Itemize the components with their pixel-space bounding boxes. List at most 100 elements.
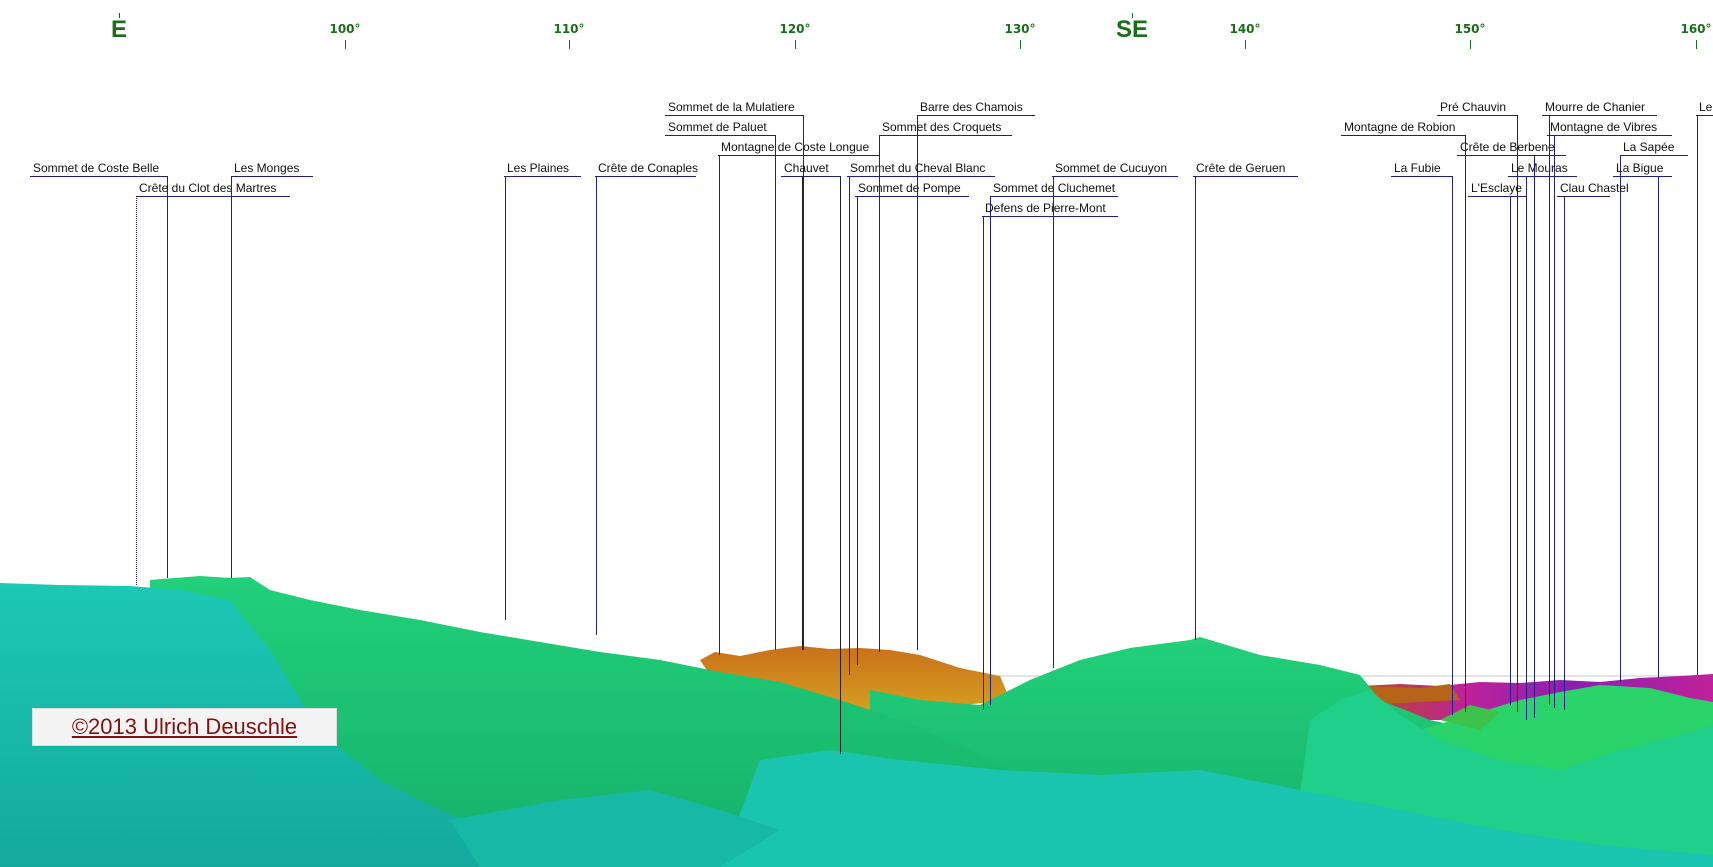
peak-label-underline [1620,155,1688,156]
peak-label: La Fubie [1394,161,1441,175]
peak-label-underline [1696,115,1713,116]
compass-tick [1132,13,1133,18]
peak-leader-line [505,176,506,620]
peak-label: Montagne de Coste Longue [721,140,870,154]
compass-tick [1696,40,1697,49]
peak-label: Le [1699,100,1713,114]
peak-label: Crête de Conaples [598,161,699,175]
peak-label: Les Monges [234,161,300,175]
peak-label-underline [1508,176,1577,177]
peak-label-underline [231,176,313,177]
copyright-text: ©2013 Ulrich Deuschle [71,714,298,739]
peak-label-underline [1468,196,1526,197]
peak-label: Sommet de Pompe [858,181,961,195]
peak-label-underline [982,216,1118,217]
peak-label: Crête de Berbene [1460,140,1555,154]
peak-label: Sommet des Croquets [882,120,1002,134]
peak-label: La Bigue [1616,161,1664,175]
peak-leader-line [1620,155,1621,682]
peak-label-underline [990,196,1118,197]
peak-label: Montagne de Robion [1344,120,1456,134]
peak-label-underline [917,115,1035,116]
peak-leader-line [857,196,858,665]
peak-leader-line [1195,176,1196,640]
compass-tick [1020,40,1021,49]
peak-label: Pré Chauvin [1440,100,1507,114]
peak-label: Defens de Pierre-Mont [985,201,1106,215]
peak-label: L'Esclaye [1471,181,1522,195]
peak-label: Crête de Geruen [1196,161,1286,175]
compass-degree-label: 150° [1454,22,1486,36]
peak-leader-line [136,196,138,585]
peak-label: Mourre de Chanier [1545,100,1646,114]
compass-cardinal: SE [1115,16,1149,43]
peak-leader-line [1465,135,1466,712]
peak-label: Chauvet [784,161,829,175]
peak-label: Sommet de Paluet [668,120,767,134]
peak-leader-line [596,176,597,635]
peak-label-underline [1193,176,1298,177]
peak-label: La Sapée [1623,140,1675,154]
peak-label: Crête du Clot des Martres [139,181,277,195]
peak-label-underline [30,176,168,177]
peak-label-underline [595,176,696,177]
compass-degree-label: 160° [1680,22,1712,36]
peak-leader-line [1526,176,1527,720]
peak-label-underline [665,135,775,136]
compass-degree-label: 130° [1004,22,1036,36]
peak-label: Barre des Chamois [920,100,1023,114]
peak-leader-line [167,176,168,578]
compass-degree-label: 100° [329,22,361,36]
peak-label: Clau Chastel [1560,181,1629,195]
peak-leader-line [840,176,841,754]
peak-leader-line [1510,196,1511,705]
peak-label-underline [1613,176,1672,177]
peak-label-underline [1341,135,1465,136]
peak-leader-line [231,176,232,578]
peak-label: Sommet de la Mulatiere [668,100,795,114]
compass-cardinal: E [110,16,128,43]
peak-label: Montagne de Vibres [1550,120,1658,134]
peak-label-underline [718,155,880,156]
peak-leader-line [1452,176,1453,715]
compass-tick [345,40,346,49]
peak-label: Les Plaines [507,161,570,175]
peak-label: Le Mouras [1511,161,1568,175]
peak-leader-line [1564,196,1565,710]
peak-leader-line [802,176,803,650]
peak-label-underline [1052,176,1178,177]
compass-degree-label: 120° [779,22,811,36]
peak-leader-line [1534,155,1535,718]
compass-tick [795,40,796,49]
peak-label: Sommet de Coste Belle [33,161,160,175]
peak-leader-line [917,115,918,650]
peak-leader-line [719,155,720,655]
peak-leader-line [1554,135,1555,708]
peak-leader-line [983,216,984,710]
peak-label-underline [1391,176,1452,177]
compass-tick [1245,40,1246,49]
peak-label-underline [504,176,581,177]
peak-label: Sommet de Cucuyon [1055,161,1168,175]
peak-leader-line [775,135,776,650]
peak-leader-line [1549,115,1550,705]
compass-tick [119,13,120,18]
peak-leader-line [879,135,880,652]
peak-leader-line [849,176,850,675]
peak-label-underline [136,196,290,197]
peak-label-underline [1542,115,1657,116]
peak-label-underline [847,176,995,177]
peak-leader-line [1658,176,1659,678]
peak-label-underline [1547,135,1672,136]
copyright-notice: ©2013 Ulrich Deuschle [32,708,337,746]
peak-label-underline [1437,115,1517,116]
peak-label-underline [665,115,803,116]
peak-label-underline [855,196,969,197]
compass-degree-label: 140° [1229,22,1261,36]
peak-leader-line [1053,176,1054,668]
compass-tick [569,40,570,49]
peak-leader-line [803,115,804,650]
peak-leader-line [1697,115,1698,675]
peak-leader-line [1517,115,1518,712]
peak-label-underline [781,176,840,177]
